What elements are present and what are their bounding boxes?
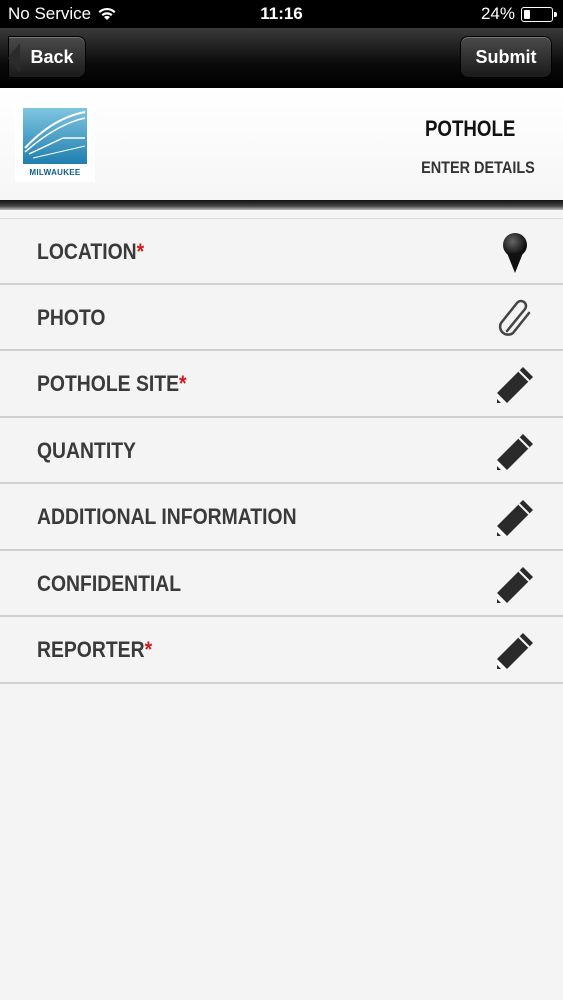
row-location[interactable]: LOCATION* [0, 218, 563, 285]
page-title: POTHOLE [424, 116, 515, 141]
row-label: ADDITIONAL INFORMATION [37, 504, 297, 529]
row-label: POTHOLE SITE* [37, 371, 187, 396]
milwaukee-logo: MILWAUKEE [15, 102, 95, 182]
row-label: CONFIDENTIAL [37, 570, 182, 596]
row-label: QUANTITY [37, 437, 136, 463]
status-bar: No Service 11:16 24% [0, 0, 563, 28]
pencil-icon [497, 633, 533, 669]
back-button-label: Back [30, 46, 74, 67]
status-time: 11:16 [260, 4, 303, 23]
row-photo[interactable]: PHOTO [0, 284, 563, 351]
logo-mark-icon [23, 108, 87, 164]
submit-button-label: Submit [475, 46, 537, 67]
detail-list: LOCATION* PHOTO POTHOLE SITE* QUANTITY A… [0, 218, 563, 684]
row-additional-information[interactable]: ADDITIONAL INFORMATION [0, 484, 563, 551]
row-label: REPORTER* [37, 637, 153, 662]
row-reporter[interactable]: REPORTER* [0, 617, 563, 684]
pencil-icon [497, 433, 533, 470]
paperclip-icon [498, 299, 531, 336]
nav-bar: Back Submit [0, 28, 563, 88]
submit-button[interactable]: Submit [460, 36, 552, 78]
page-subtitle: ENTER DETAILS [421, 158, 535, 177]
battery-percent: 24% [480, 4, 515, 23]
pencil-icon [497, 367, 533, 403]
report-header: MILWAUKEE POTHOLE ENTER DETAILS [0, 88, 563, 200]
status-right: 24% [480, 4, 557, 24]
logo-text: MILWAUKEE [29, 168, 81, 177]
row-label: PHOTO [37, 304, 106, 330]
pencil-icon [497, 566, 533, 603]
row-pothole-site[interactable]: POTHOLE SITE* [0, 351, 563, 418]
row-quantity[interactable]: QUANTITY [0, 417, 563, 484]
required-marker: * [136, 239, 145, 264]
battery-icon [521, 6, 557, 22]
required-marker: * [178, 371, 187, 396]
header-divider [0, 200, 563, 210]
row-confidential[interactable]: CONFIDENTIAL [0, 550, 563, 617]
pencil-icon [497, 500, 533, 536]
back-arrow-icon [8, 43, 20, 73]
required-marker: * [144, 637, 153, 662]
battery-fill [524, 9, 531, 19]
row-label: LOCATION* [37, 239, 145, 264]
map-pin-icon [503, 233, 527, 273]
back-button[interactable]: Back [8, 36, 86, 78]
